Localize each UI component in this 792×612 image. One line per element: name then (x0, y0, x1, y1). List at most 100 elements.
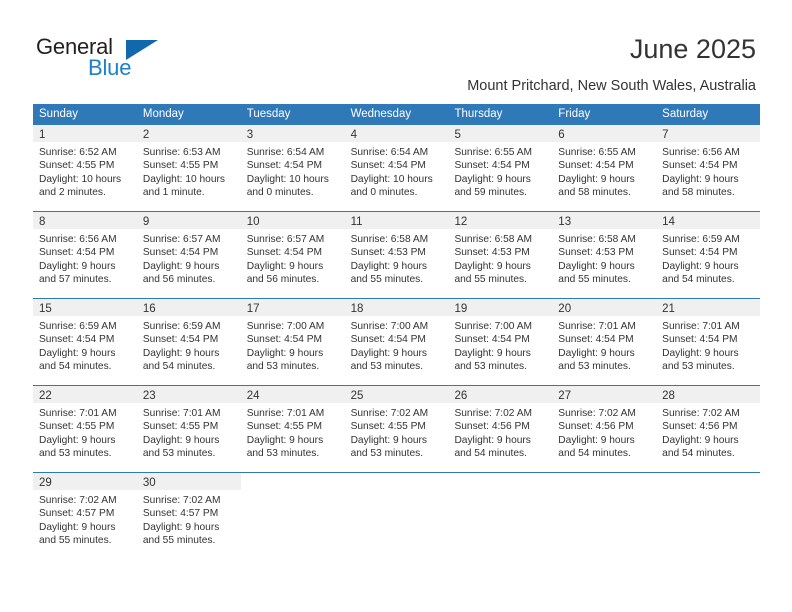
calendar-day-cell-empty (448, 473, 553, 559)
daylight-duration-line1: Daylight: 9 hours (142, 260, 220, 272)
day-number: 12 (454, 216, 468, 228)
sunset-time: Sunset: 4:54 PM (558, 334, 634, 346)
sunset-time: Sunset: 4:56 PM (662, 421, 738, 433)
calendar-day-cell[interactable]: 27 Sunrise: 7:02 AM Sunset: 4:56 PM Dayligh… (552, 386, 657, 472)
day-number: 23 (142, 390, 156, 402)
calendar-day-cell[interactable]: 16 Sunrise: 6:59 AM Sunset: 4:54 PM Dayligh… (136, 299, 241, 385)
calendar-day-cell[interactable]: 5 Sunrise: 6:55 AM Sunset: 4:54 PM Daylight… (448, 125, 553, 211)
day-details: Sunrise: 7:02 AM Sunset: 4:57 PM Daylight:… (137, 490, 241, 548)
weekday-header-row: Sunday Monday Tuesday Wednesday Thursday Frid… (33, 104, 760, 125)
calendar-day-cell[interactable]: 24 Sunrise: 7:01 AM Sunset: 4:55 PM Dayligh… (240, 386, 345, 472)
sunset-time: Sunset: 4:55 PM (39, 421, 115, 433)
sunrise-time: Sunrise: 7:00 AM (246, 321, 325, 332)
calendar-day-cell[interactable]: 30 Sunrise: 7:02 AM Sunset: 4:57 PM Dayligh… (136, 473, 241, 559)
day-details: Sunrise: 7:02 AM Sunset: 4:57 PM Daylight:… (33, 490, 137, 548)
calendar-day-cell[interactable]: 23 Sunrise: 7:01 AM Sunset: 4:55 PM Dayligh… (136, 386, 241, 472)
weekday-header-tuesday: Tuesday (246, 108, 291, 120)
daylight-duration-line1: Daylight: 9 hours (558, 434, 635, 446)
daylight-duration-line1: Daylight: 9 hours (350, 434, 428, 446)
sunrise-time: Sunrise: 7:02 AM (662, 408, 740, 419)
day-details: Sunrise: 6:57 AM Sunset: 4:54 PM Daylight:… (137, 229, 241, 287)
day-details: Sunrise: 6:58 AM Sunset: 4:53 PM Daylight:… (448, 229, 552, 287)
sunrise-time: Sunrise: 6:55 AM (558, 147, 636, 158)
day-number: 7 (662, 129, 669, 141)
day-number-band: 11 (344, 212, 449, 229)
sunrise-time: Sunrise: 7:02 AM (39, 495, 117, 506)
day-number-band: 25 (344, 386, 449, 403)
day-details: Sunrise: 6:59 AM Sunset: 4:54 PM Daylight:… (137, 316, 241, 374)
calendar-day-cell[interactable]: 13 Sunrise: 6:58 AM Sunset: 4:53 PM Dayligh… (552, 212, 657, 298)
calendar-day-cell[interactable]: 28 Sunrise: 7:02 AM Sunset: 4:56 PM Dayligh… (656, 386, 761, 472)
calendar-day-cell[interactable]: 12 Sunrise: 6:58 AM Sunset: 4:53 PM Dayligh… (448, 212, 553, 298)
calendar-day-cell[interactable]: 10 Sunrise: 6:57 AM Sunset: 4:54 PM Dayligh… (240, 212, 345, 298)
calendar-day-cell[interactable]: 3 Sunrise: 6:54 AM Sunset: 4:54 PM Daylight… (240, 125, 345, 211)
day-number-band: 26 (448, 386, 553, 403)
daylight-duration-line1: Daylight: 10 hours (142, 173, 225, 185)
sunset-time: Sunset: 4:54 PM (39, 247, 115, 259)
sunset-time: Sunset: 4:54 PM (662, 334, 738, 346)
day-number-band: 29 (33, 473, 137, 490)
sunrise-time: Sunrise: 7:01 AM (558, 321, 636, 332)
calendar-day-cell[interactable]: 6 Sunrise: 6:55 AM Sunset: 4:54 PM Daylight… (552, 125, 657, 211)
sunset-time: Sunset: 4:54 PM (662, 247, 738, 259)
sunset-time: Sunset: 4:55 PM (142, 160, 219, 172)
day-number-band: 17 (240, 299, 345, 316)
calendar-day-cell[interactable]: 17 Sunrise: 7:00 AM Sunset: 4:54 PM Dayligh… (240, 299, 345, 385)
sunset-time: Sunset: 4:54 PM (246, 334, 323, 346)
sunset-time: Sunset: 4:54 PM (142, 247, 219, 259)
calendar-day-cell[interactable]: 25 Sunrise: 7:02 AM Sunset: 4:55 PM Dayligh… (344, 386, 449, 472)
calendar-day-cell[interactable]: 11 Sunrise: 6:58 AM Sunset: 4:53 PM Dayligh… (344, 212, 449, 298)
day-number: 6 (558, 129, 565, 141)
daylight-duration-line2: and 58 minutes. (662, 187, 735, 199)
general-blue-logo[interactable]: General Blue (36, 34, 166, 82)
day-details: Sunrise: 7:01 AM Sunset: 4:55 PM Daylight:… (137, 403, 241, 461)
day-details: Sunrise: 7:02 AM Sunset: 4:56 PM Daylight:… (656, 403, 760, 461)
daylight-duration-line1: Daylight: 9 hours (39, 260, 116, 272)
calendar-day-cell[interactable]: 2 Sunrise: 6:53 AM Sunset: 4:55 PM Daylight… (136, 125, 241, 211)
calendar-day-cell[interactable]: 4 Sunrise: 6:54 AM Sunset: 4:54 PM Daylight… (344, 125, 449, 211)
calendar-day-cell[interactable]: 1 Sunrise: 6:52 AM Sunset: 4:55 PM Daylight… (33, 125, 137, 211)
daylight-duration-line2: and 54 minutes. (662, 448, 735, 460)
daylight-duration-line2: and 55 minutes. (39, 535, 112, 547)
calendar-day-cell[interactable]: 26 Sunrise: 7:02 AM Sunset: 4:56 PM Dayligh… (448, 386, 553, 472)
calendar-day-cell[interactable]: 15 Sunrise: 6:59 AM Sunset: 4:54 PM Dayligh… (33, 299, 137, 385)
daylight-duration-line1: Daylight: 9 hours (246, 434, 324, 446)
calendar-day-cell[interactable]: 9 Sunrise: 6:57 AM Sunset: 4:54 PM Daylight… (136, 212, 241, 298)
calendar-day-cell[interactable]: 21 Sunrise: 7:01 AM Sunset: 4:54 PM Dayligh… (656, 299, 761, 385)
day-number: 28 (662, 390, 675, 402)
sunset-time: Sunset: 4:55 PM (39, 160, 115, 172)
sunrise-time: Sunrise: 7:00 AM (350, 321, 429, 332)
day-details: Sunrise: 7:00 AM Sunset: 4:54 PM Daylight:… (448, 316, 552, 374)
day-details: Sunrise: 7:00 AM Sunset: 4:54 PM Daylight:… (345, 316, 449, 374)
day-number-band: 16 (136, 299, 241, 316)
daylight-duration-line1: Daylight: 9 hours (39, 521, 116, 533)
daylight-duration-line1: Daylight: 9 hours (662, 173, 739, 185)
daylight-duration-line2: and 53 minutes. (558, 361, 631, 373)
day-details: Sunrise: 6:59 AM Sunset: 4:54 PM Daylight:… (656, 229, 760, 287)
calendar-day-cell[interactable]: 18 Sunrise: 7:00 AM Sunset: 4:54 PM Dayligh… (344, 299, 449, 385)
calendar-day-cell[interactable]: 8 Sunrise: 6:56 AM Sunset: 4:54 PM Daylight… (33, 212, 137, 298)
day-number: 2 (142, 129, 150, 141)
day-number-band: 4 (344, 125, 449, 142)
calendar-day-cell[interactable]: 22 Sunrise: 7:01 AM Sunset: 4:55 PM Dayligh… (33, 386, 137, 472)
day-number-band: 8 (33, 212, 137, 229)
calendar-day-cell[interactable]: 19 Sunrise: 7:00 AM Sunset: 4:54 PM Dayligh… (448, 299, 553, 385)
sunrise-time: Sunrise: 6:58 AM (454, 234, 533, 245)
daylight-duration-line2: and 0 minutes. (246, 187, 314, 199)
day-number: 9 (142, 216, 150, 228)
day-number-band: 23 (136, 386, 241, 403)
calendar-day-cell[interactable]: 14 Sunrise: 6:59 AM Sunset: 4:54 PM Dayligh… (656, 212, 761, 298)
sunrise-time: Sunrise: 7:01 AM (246, 408, 325, 419)
daylight-duration-line1: Daylight: 10 hours (350, 173, 433, 185)
calendar-day-cell[interactable]: 7 Sunrise: 6:56 AM Sunset: 4:54 PM Daylight… (656, 125, 761, 211)
daylight-duration-line1: Daylight: 9 hours (662, 434, 739, 446)
calendar-day-cell[interactable]: 29 Sunrise: 7:02 AM Sunset: 4:57 PM Dayligh… (33, 473, 137, 559)
sunrise-time: Sunrise: 6:54 AM (246, 147, 325, 158)
day-number: 29 (39, 477, 52, 489)
daylight-duration-line2: and 53 minutes. (350, 361, 424, 373)
day-number: 3 (246, 129, 254, 141)
sunrise-time: Sunrise: 6:59 AM (662, 234, 740, 245)
calendar-day-cell[interactable]: 20 Sunrise: 7:01 AM Sunset: 4:54 PM Dayligh… (552, 299, 657, 385)
sunset-time: Sunset: 4:54 PM (350, 160, 426, 172)
sunrise-time: Sunrise: 6:55 AM (454, 147, 533, 158)
